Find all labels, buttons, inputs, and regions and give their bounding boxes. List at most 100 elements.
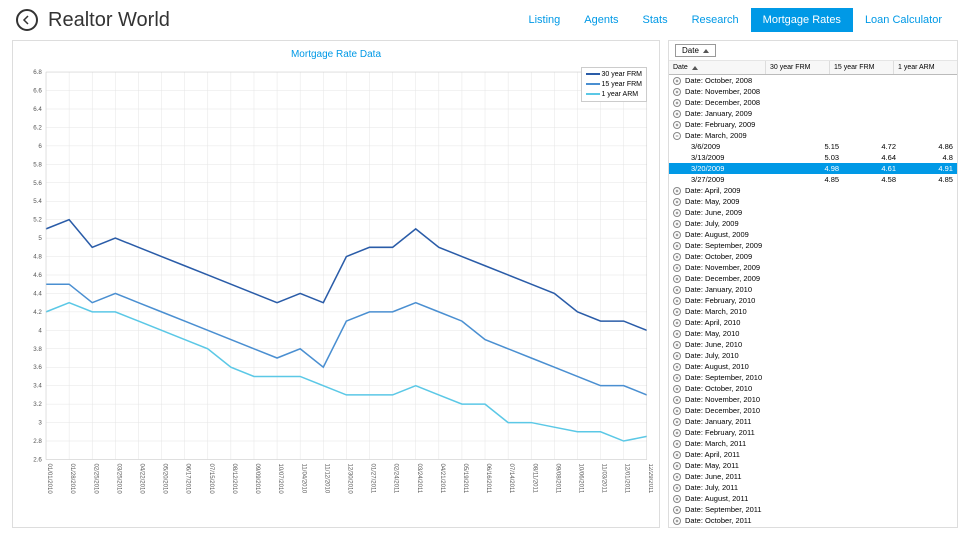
expand-icon[interactable] xyxy=(673,330,681,338)
expand-icon[interactable] xyxy=(673,429,681,437)
date-sort-button[interactable]: Date xyxy=(669,41,957,61)
group-row[interactable]: Date: October, 2010 xyxy=(669,383,957,394)
group-row[interactable]: Date: March, 2011 xyxy=(669,438,957,449)
group-label: Date: September, 2011 xyxy=(685,505,762,514)
group-row[interactable]: Date: November, 2009 xyxy=(669,262,957,273)
expand-icon[interactable] xyxy=(673,88,681,96)
expand-icon[interactable] xyxy=(673,99,681,107)
group-row[interactable]: Date: October, 2011 xyxy=(669,515,957,526)
nav-item-agents[interactable]: Agents xyxy=(572,8,630,32)
detail-row[interactable]: 3/6/20095.154.724.86 xyxy=(669,141,957,152)
nav-item-listing[interactable]: Listing xyxy=(516,8,572,32)
expand-icon[interactable] xyxy=(673,209,681,217)
back-button[interactable] xyxy=(16,9,38,31)
group-row[interactable]: Date: May, 2011 xyxy=(669,460,957,471)
nav-item-stats[interactable]: Stats xyxy=(631,8,680,32)
expand-icon[interactable] xyxy=(673,110,681,118)
expand-icon[interactable] xyxy=(673,506,681,514)
expand-icon[interactable] xyxy=(673,374,681,382)
svg-text:4.8: 4.8 xyxy=(33,254,42,261)
group-row[interactable]: Date: August, 2009 xyxy=(669,229,957,240)
group-row[interactable]: Date: April, 2011 xyxy=(669,449,957,460)
group-row[interactable]: Date: September, 2009 xyxy=(669,240,957,251)
col-header-30yr[interactable]: 30 year FRM xyxy=(765,61,829,74)
mortgage-rate-chart[interactable]: 2.62.833.23.43.63.844.24.44.64.855.25.45… xyxy=(19,66,653,520)
group-row[interactable]: Date: April, 2010 xyxy=(669,317,957,328)
expand-icon[interactable] xyxy=(673,319,681,327)
group-row[interactable]: Date: January, 2011 xyxy=(669,416,957,427)
expand-icon[interactable] xyxy=(673,517,681,525)
group-row[interactable]: Date: November, 2008 xyxy=(669,86,957,97)
col-header-15yr[interactable]: 15 year FRM xyxy=(829,61,893,74)
svg-text:03/25/2010: 03/25/2010 xyxy=(115,464,122,495)
expand-icon[interactable] xyxy=(673,473,681,481)
expand-icon[interactable] xyxy=(673,407,681,415)
expand-icon[interactable] xyxy=(673,253,681,261)
col-header-1yr[interactable]: 1 year ARM xyxy=(893,61,957,74)
group-row[interactable]: Date: February, 2010 xyxy=(669,295,957,306)
expand-icon[interactable] xyxy=(673,121,681,129)
detail-row[interactable]: 3/27/20094.854.584.85 xyxy=(669,174,957,185)
group-row[interactable]: Date: May, 2009 xyxy=(669,196,957,207)
expand-icon[interactable] xyxy=(673,418,681,426)
group-row[interactable]: Date: December, 2010 xyxy=(669,405,957,416)
group-row[interactable]: Date: March, 2009 xyxy=(669,130,957,141)
group-row[interactable]: Date: May, 2010 xyxy=(669,328,957,339)
group-row[interactable]: Date: October, 2009 xyxy=(669,251,957,262)
group-row[interactable]: Date: December, 2008 xyxy=(669,97,957,108)
expand-icon[interactable] xyxy=(673,484,681,492)
group-row[interactable]: Date: January, 2010 xyxy=(669,284,957,295)
group-row[interactable]: Date: June, 2009 xyxy=(669,207,957,218)
svg-text:01/28/2010: 01/28/2010 xyxy=(69,464,76,495)
col-header-date[interactable]: Date xyxy=(669,61,765,74)
group-row[interactable]: Date: February, 2011 xyxy=(669,427,957,438)
expand-icon[interactable] xyxy=(673,440,681,448)
svg-text:12/29/2011: 12/29/2011 xyxy=(647,464,653,494)
expand-icon[interactable] xyxy=(673,363,681,371)
group-row[interactable]: Date: April, 2009 xyxy=(669,185,957,196)
expand-icon[interactable] xyxy=(673,462,681,470)
group-row[interactable]: Date: November, 2010 xyxy=(669,394,957,405)
group-row[interactable]: Date: August, 2010 xyxy=(669,361,957,372)
group-row[interactable]: Date: March, 2010 xyxy=(669,306,957,317)
group-row[interactable]: Date: September, 2011 xyxy=(669,504,957,515)
expand-icon[interactable] xyxy=(673,77,681,85)
expand-icon[interactable] xyxy=(673,242,681,250)
expand-icon[interactable] xyxy=(673,341,681,349)
expand-icon[interactable] xyxy=(673,352,681,360)
data-rows[interactable]: Date: October, 2008Date: November, 2008D… xyxy=(669,75,957,527)
expand-icon[interactable] xyxy=(673,286,681,294)
group-row[interactable]: Date: January, 2009 xyxy=(669,108,957,119)
expand-icon[interactable] xyxy=(673,396,681,404)
expand-icon[interactable] xyxy=(673,385,681,393)
expand-icon[interactable] xyxy=(673,264,681,272)
nav-item-mortgage-rates[interactable]: Mortgage Rates xyxy=(751,8,853,32)
group-row[interactable]: Date: October, 2008 xyxy=(669,75,957,86)
group-row[interactable]: Date: December, 2009 xyxy=(669,273,957,284)
group-row[interactable]: Date: February, 2009 xyxy=(669,119,957,130)
nav-item-loan-calculator[interactable]: Loan Calculator xyxy=(853,8,954,32)
detail-row[interactable]: 3/13/20095.034.644.8 xyxy=(669,152,957,163)
detail-row[interactable]: 3/20/20094.984.614.91 xyxy=(669,163,957,174)
expand-icon[interactable] xyxy=(673,231,681,239)
group-row[interactable]: Date: September, 2010 xyxy=(669,372,957,383)
svg-text:06/17/2010: 06/17/2010 xyxy=(185,464,192,495)
expand-icon[interactable] xyxy=(673,297,681,305)
collapse-icon[interactable] xyxy=(673,132,681,140)
svg-text:6.8: 6.8 xyxy=(33,69,42,76)
group-row[interactable]: Date: July, 2009 xyxy=(669,218,957,229)
expand-icon[interactable] xyxy=(673,495,681,503)
expand-icon[interactable] xyxy=(673,187,681,195)
group-row[interactable]: Date: August, 2011 xyxy=(669,493,957,504)
group-row[interactable]: Date: July, 2011 xyxy=(669,482,957,493)
group-row[interactable]: Date: June, 2010 xyxy=(669,339,957,350)
expand-icon[interactable] xyxy=(673,308,681,316)
expand-icon[interactable] xyxy=(673,198,681,206)
expand-icon[interactable] xyxy=(673,220,681,228)
expand-icon[interactable] xyxy=(673,275,681,283)
chart-panel: Mortgage Rate Data 30 year FRM15 year FR… xyxy=(12,40,660,528)
nav-item-research[interactable]: Research xyxy=(680,8,751,32)
group-row[interactable]: Date: June, 2011 xyxy=(669,471,957,482)
group-row[interactable]: Date: July, 2010 xyxy=(669,350,957,361)
expand-icon[interactable] xyxy=(673,451,681,459)
